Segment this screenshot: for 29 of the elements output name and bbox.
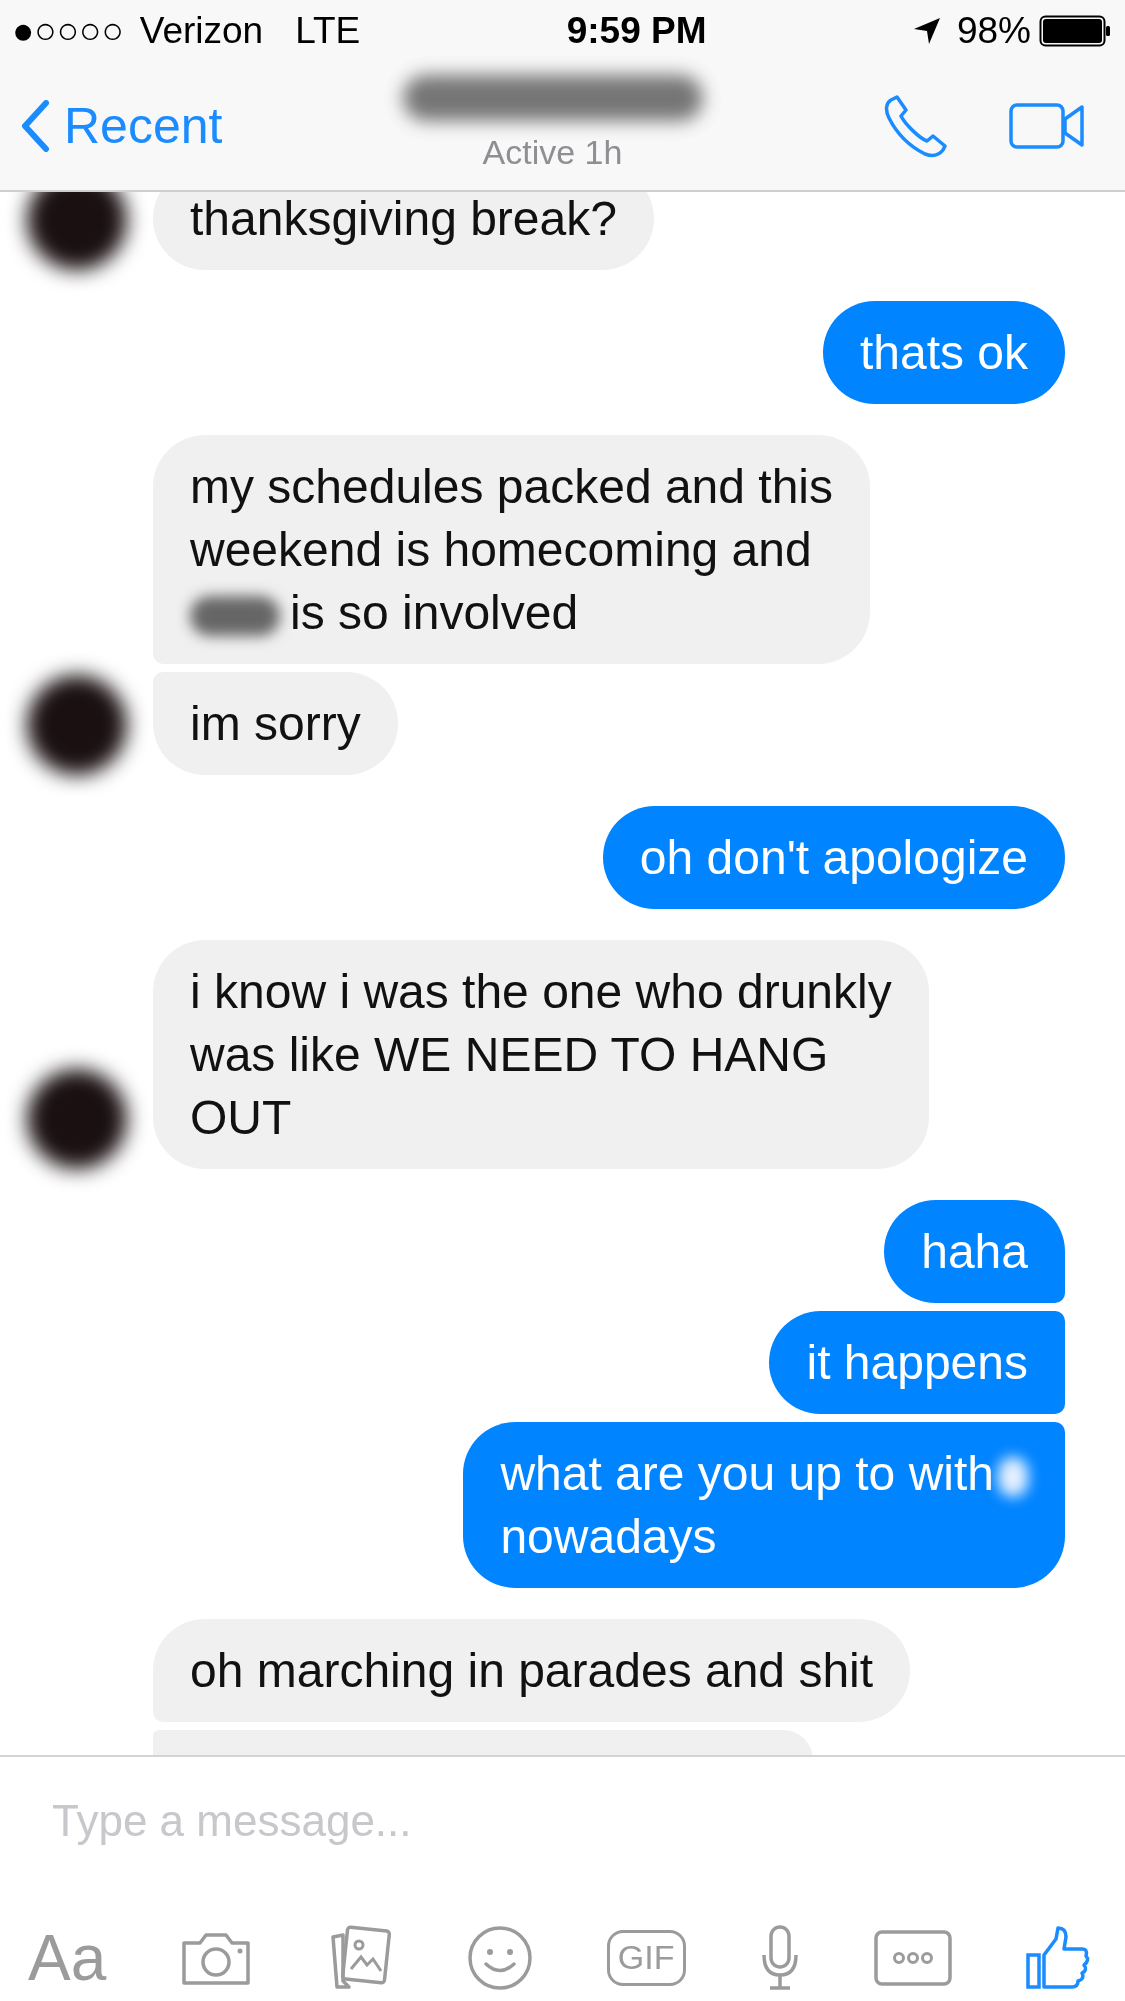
smiley-icon[interactable] bbox=[466, 1925, 533, 1991]
message-bubble: thanksgiving break? bbox=[153, 192, 654, 270]
message-bubble: im sorry bbox=[153, 672, 398, 775]
thumbs-up-icon[interactable] bbox=[1025, 1925, 1090, 1991]
message-bubble: haha bbox=[884, 1200, 1065, 1303]
message-bubble: i know i was the one who drunkly was like WE NEED TO HANG OUT bbox=[153, 940, 929, 1169]
network-type: LTE bbox=[295, 9, 361, 54]
video-camera-icon[interactable] bbox=[1009, 101, 1085, 151]
back-button[interactable]: Recent bbox=[20, 88, 388, 164]
more-options-icon[interactable] bbox=[873, 1930, 952, 1986]
signal-strength: ●○○○○ bbox=[12, 9, 124, 54]
text-format-button[interactable]: Aa bbox=[28, 1926, 107, 1990]
battery-percentage: 98% bbox=[956, 9, 1031, 54]
carrier-name: Verizon bbox=[139, 9, 264, 54]
active-status: Active 1h bbox=[482, 131, 623, 173]
message-bubble: oh don't apologize bbox=[602, 806, 1065, 909]
message-bubble: it happens bbox=[769, 1311, 1065, 1414]
microphone-icon[interactable] bbox=[759, 1925, 800, 1991]
message-input[interactable]: Type a message... bbox=[50, 1787, 1085, 1855]
message-bubble: what are you up to with nowadays bbox=[463, 1422, 1065, 1588]
back-chevron-icon bbox=[20, 100, 50, 152]
battery-icon bbox=[1039, 15, 1111, 47]
location-arrow-icon bbox=[912, 17, 941, 45]
message-bubble: oh marching in parades and shit bbox=[153, 1619, 911, 1722]
gif-button[interactable]: GIF bbox=[606, 1930, 686, 1986]
message-bubble: thats ok bbox=[822, 301, 1065, 404]
message-bubble: my schedules packed and this weekend is homecoming and is so involved bbox=[153, 435, 871, 664]
phone-icon[interactable] bbox=[883, 94, 949, 158]
clock-time: 9:59 PM bbox=[566, 9, 707, 54]
